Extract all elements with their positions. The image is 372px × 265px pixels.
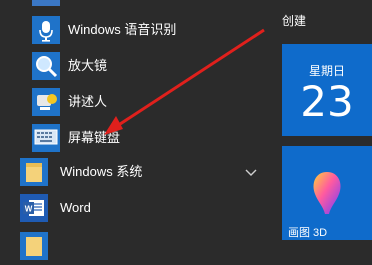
app-list: Windows 语音识别 放大镜 讲述人 屏幕键盘 Windows 系统 W W… [18,0,268,260]
start-left-rail [0,0,18,240]
folder-icon [20,158,48,186]
paint3d-tile[interactable]: 画图 3D [282,146,372,240]
app-label-on-screen-keyboard: 屏幕键盘 [68,130,121,145]
svg-text:W: W [25,205,33,214]
microphone-icon [32,16,60,44]
folder-label: Windows 系统 [60,164,143,179]
app-item-partial-bottom[interactable] [18,228,268,264]
word-icon: W [20,194,48,222]
app-item-partial-top[interactable] [18,0,268,10]
tile-group-title: 创建 [282,14,307,28]
app-label-narrator: 讲述人 [68,94,108,109]
paint3d-icon [309,170,345,216]
calendar-tile[interactable]: 星期日 23 [282,44,372,136]
narrator-icon [32,88,60,116]
folder-windows-system[interactable]: Windows 系统 [18,154,268,190]
paint3d-label: 画图 3D [288,227,328,239]
app-label-word: Word [60,200,91,215]
magnifier-icon [32,52,60,80]
app-label-speech-recognition: Windows 语音识别 [68,22,177,37]
app-item-word[interactable]: W Word [18,190,268,226]
app-item-magnifier[interactable]: 放大镜 [18,48,268,84]
app-item-on-screen-keyboard[interactable]: 屏幕键盘 [18,120,268,156]
tiles-panel: 创建 星期日 23 画图 3D [272,0,372,240]
keyboard-icon [32,124,60,152]
app-label-magnifier: 放大镜 [68,58,108,73]
calendar-day: 23 [300,77,354,126]
app-icon-partial [32,0,60,6]
app-item-narrator[interactable]: 讲述人 [18,84,268,120]
folder-icon-partial [20,232,48,260]
chevron-down-icon[interactable] [242,163,260,181]
app-item-speech-recognition[interactable]: Windows 语音识别 [18,12,268,48]
